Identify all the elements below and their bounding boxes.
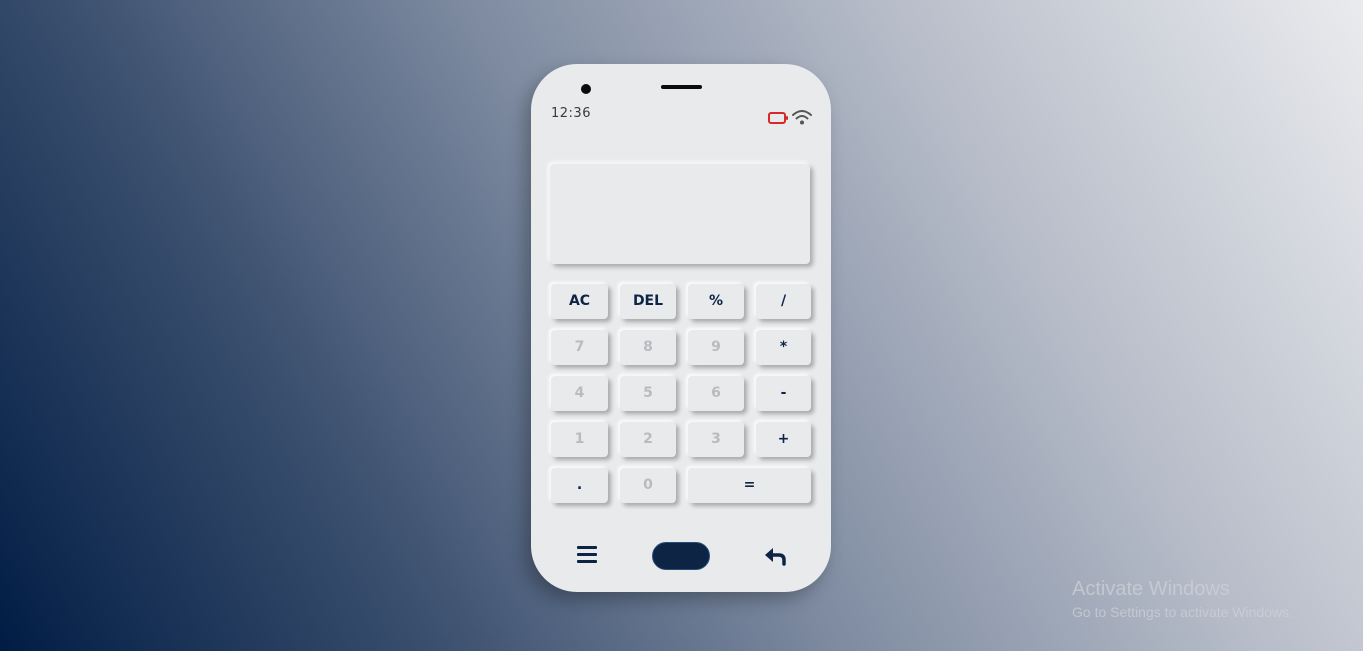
divide-button[interactable]: / xyxy=(756,284,811,319)
home-pill[interactable] xyxy=(652,542,710,570)
seven-button[interactable]: 7 xyxy=(551,330,608,365)
plus-button[interactable]: + xyxy=(756,422,811,457)
wifi-icon xyxy=(792,110,812,125)
activate-windows-subtitle: Go to Settings to activate Windows. xyxy=(1072,604,1293,620)
six-button[interactable]: 6 xyxy=(688,376,744,411)
ac-button[interactable]: AC xyxy=(551,284,608,319)
multiply-button[interactable]: * xyxy=(756,330,811,365)
three-button[interactable]: 3 xyxy=(688,422,744,457)
earpiece-speaker xyxy=(661,85,702,89)
one-button[interactable]: 1 xyxy=(551,422,608,457)
decimal-button[interactable]: . xyxy=(551,468,608,503)
nine-button[interactable]: 9 xyxy=(688,330,744,365)
zero-button[interactable]: 0 xyxy=(620,468,676,503)
calculator-display xyxy=(550,164,810,264)
percent-button[interactable]: % xyxy=(688,284,744,319)
reply-arrow-icon[interactable] xyxy=(763,545,787,567)
hamburger-menu-icon[interactable] xyxy=(577,546,597,564)
five-button[interactable]: 5 xyxy=(620,376,676,411)
battery-low-icon xyxy=(768,112,788,124)
eight-button[interactable]: 8 xyxy=(620,330,676,365)
two-button[interactable]: 2 xyxy=(620,422,676,457)
delete-button[interactable]: DEL xyxy=(620,284,676,319)
minus-button[interactable]: - xyxy=(756,376,811,411)
four-button[interactable]: 4 xyxy=(551,376,608,411)
equals-button[interactable]: = xyxy=(688,468,811,503)
status-time: 12:36 xyxy=(551,106,591,121)
activate-windows-title: Activate Windows xyxy=(1072,578,1230,600)
front-camera xyxy=(581,84,591,94)
phone-frame: 12:36 AC DEL % / 7 8 9 * 4 5 6 - 1 2 3 +… xyxy=(531,64,831,592)
